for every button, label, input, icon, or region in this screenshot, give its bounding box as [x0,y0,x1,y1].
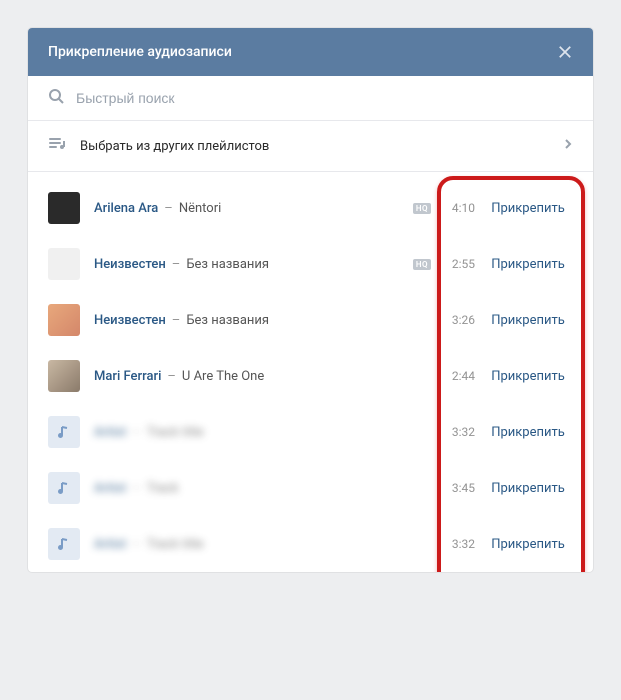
track-thumbnail [48,192,80,224]
track-info: Artist–Track title [94,537,439,552]
track-row[interactable]: Mari Ferrari–U Are The One2:44Прикрепить [28,348,593,404]
track-info: Arilena Ara–Nëntori [94,201,413,216]
close-button[interactable] [557,44,573,60]
track-thumbnail [48,304,80,336]
attach-button[interactable]: Прикрепить [483,481,573,496]
track-row[interactable]: Artist–Track3:45Прикрепить [28,460,593,516]
close-icon [558,45,572,59]
track-row[interactable]: Artist–Track title3:32Прикрепить [28,516,593,572]
search-input[interactable] [76,90,573,106]
attach-audio-modal: Прикрепление аудиозаписи Выбрать из друг… [28,28,593,572]
track-duration: 3:45 [439,481,475,495]
search-bar [28,76,593,121]
track-info: Неизвестен–Без названия [94,257,413,272]
track-artist[interactable]: Artist [94,537,126,552]
attach-button[interactable]: Прикрепить [483,257,573,272]
track-info: Mari Ferrari–U Are The One [94,369,439,384]
track-row[interactable]: Неизвестен–Без названияHQ2:55Прикрепить [28,236,593,292]
track-thumbnail [48,416,80,448]
track-thumbnail [48,248,80,280]
separator: – [172,257,181,272]
track-duration: 3:32 [439,537,475,551]
track-duration: 3:32 [439,425,475,439]
attach-button[interactable]: Прикрепить [483,313,573,328]
track-title: Track title [147,425,204,440]
modal-header: Прикрепление аудиозаписи [28,28,593,76]
track-list[interactable]: Arilena Ara–NëntoriHQ4:10ПрикрепитьНеизв… [28,172,593,572]
track-thumbnail [48,472,80,504]
track-artist[interactable]: Mari Ferrari [94,369,161,384]
playlist-selector[interactable]: Выбрать из других плейлистов [28,121,593,172]
separator: – [132,481,141,496]
track-artist[interactable]: Arilena Ara [94,201,158,216]
track-title: U Are The One [182,369,264,384]
track-title: Track [147,481,179,496]
track-duration: 2:44 [439,369,475,383]
modal-title: Прикрепление аудиозаписи [48,44,232,60]
attach-button[interactable]: Прикрепить [483,201,573,216]
track-info: Неизвестен–Без названия [94,313,439,328]
attach-button[interactable]: Прикрепить [483,369,573,384]
attach-button[interactable]: Прикрепить [483,425,573,440]
track-info: Artist–Track [94,481,439,496]
track-row[interactable]: Arilena Ara–NëntoriHQ4:10Прикрепить [28,180,593,236]
search-icon [48,88,64,108]
track-row[interactable]: Artist–Track title3:32Прикрепить [28,404,593,460]
track-duration: 3:26 [439,313,475,327]
track-thumbnail [48,360,80,392]
separator: – [164,201,173,216]
track-artist[interactable]: Неизвестен [94,257,166,272]
track-title: Без названия [186,257,269,272]
list-wrapper: Arilena Ara–NëntoriHQ4:10ПрикрепитьНеизв… [28,172,593,572]
track-duration: 4:10 [439,201,475,215]
hq-badge: HQ [413,203,431,214]
track-row[interactable]: Неизвестен–Без названия3:26Прикрепить [28,292,593,348]
track-title: Без названия [186,313,269,328]
track-artist[interactable]: Неизвестен [94,313,166,328]
track-artist[interactable]: Artist [94,425,126,440]
track-artist[interactable]: Artist [94,481,126,496]
track-title: Track title [147,537,204,552]
track-info: Artist–Track title [94,425,439,440]
chevron-right-icon [563,138,573,154]
track-thumbnail [48,528,80,560]
attach-button[interactable]: Прикрепить [483,537,573,552]
hq-badge: HQ [413,259,431,270]
playlist-icon [48,135,66,157]
separator: – [172,313,181,328]
separator: – [167,369,176,384]
separator: – [132,425,141,440]
playlist-selector-label: Выбрать из других плейлистов [80,139,563,154]
separator: – [132,537,141,552]
track-title: Nëntori [179,201,221,216]
track-duration: 2:55 [439,257,475,271]
